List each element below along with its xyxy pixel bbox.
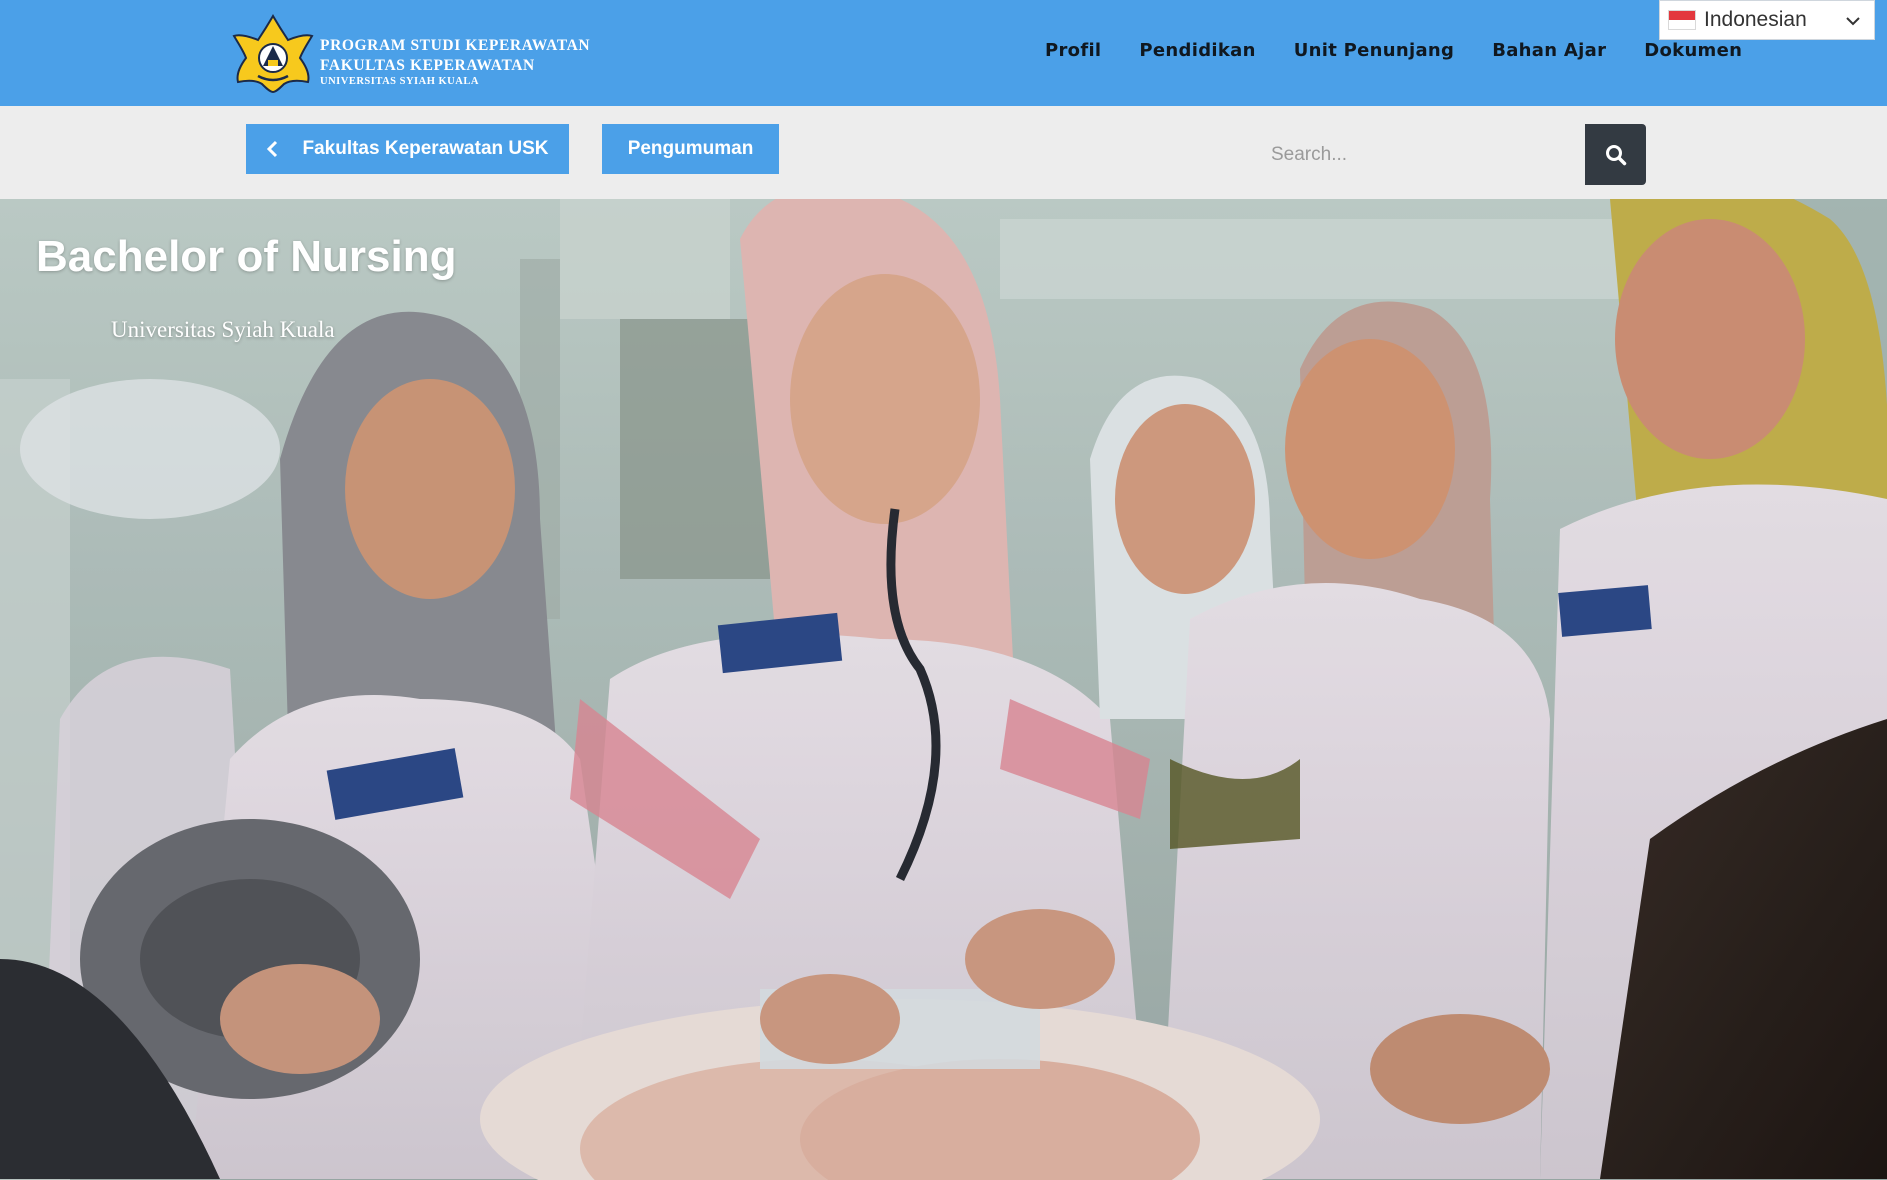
indonesia-flag-icon [1668,10,1696,30]
hero-banner: Bachelor of Nursing Universitas Syiah Ku… [0,199,1887,1180]
chevron-left-icon [267,140,278,158]
hero-photo [0,199,1887,1180]
language-selector[interactable]: Indonesian [1659,0,1875,40]
back-to-faculty-button[interactable]: Fakultas Keperawatan USK [246,124,569,174]
hero-title: Bachelor of Nursing [36,232,457,281]
university-logo[interactable] [232,14,314,94]
site-header: PROGRAM STUDI KEPERAWATAN FAKULTAS KEPER… [0,0,1887,106]
sub-toolbar: Fakultas Keperawatan USK Pengumuman [0,106,1887,199]
back-to-faculty-label: Fakultas Keperawatan USK [302,138,549,159]
announcement-button[interactable]: Pengumuman [602,124,779,174]
search-input[interactable] [1253,124,1586,185]
hero-subtitle: Universitas Syiah Kuala [111,317,335,342]
search-form [1253,124,1646,185]
search-button[interactable] [1585,124,1646,185]
nav-item-profil[interactable]: Profil [1045,40,1101,61]
main-nav: Profil Pendidikan Unit Penunjang Bahan A… [1045,40,1780,61]
chevron-down-icon [1846,17,1860,26]
brand-text[interactable]: PROGRAM STUDI KEPERAWATAN FAKULTAS KEPER… [320,38,590,88]
brand-university-name: UNIVERSITAS SYIAH KUALA [320,76,479,87]
nav-item-bahan-ajar[interactable]: Bahan Ajar [1492,40,1606,61]
nav-item-pendidikan[interactable]: Pendidikan [1139,40,1255,61]
nav-item-unit-penunjang[interactable]: Unit Penunjang [1294,40,1455,61]
brand-program-name: PROGRAM STUDI KEPERAWATAN [320,37,591,54]
nav-item-dokumen[interactable]: Dokumen [1644,40,1742,61]
brand-faculty-name: FAKULTAS KEPERAWATAN [320,56,535,74]
search-icon [1605,144,1626,165]
language-selected-label: Indonesian [1704,8,1807,31]
announcement-label: Pengumuman [627,138,754,159]
